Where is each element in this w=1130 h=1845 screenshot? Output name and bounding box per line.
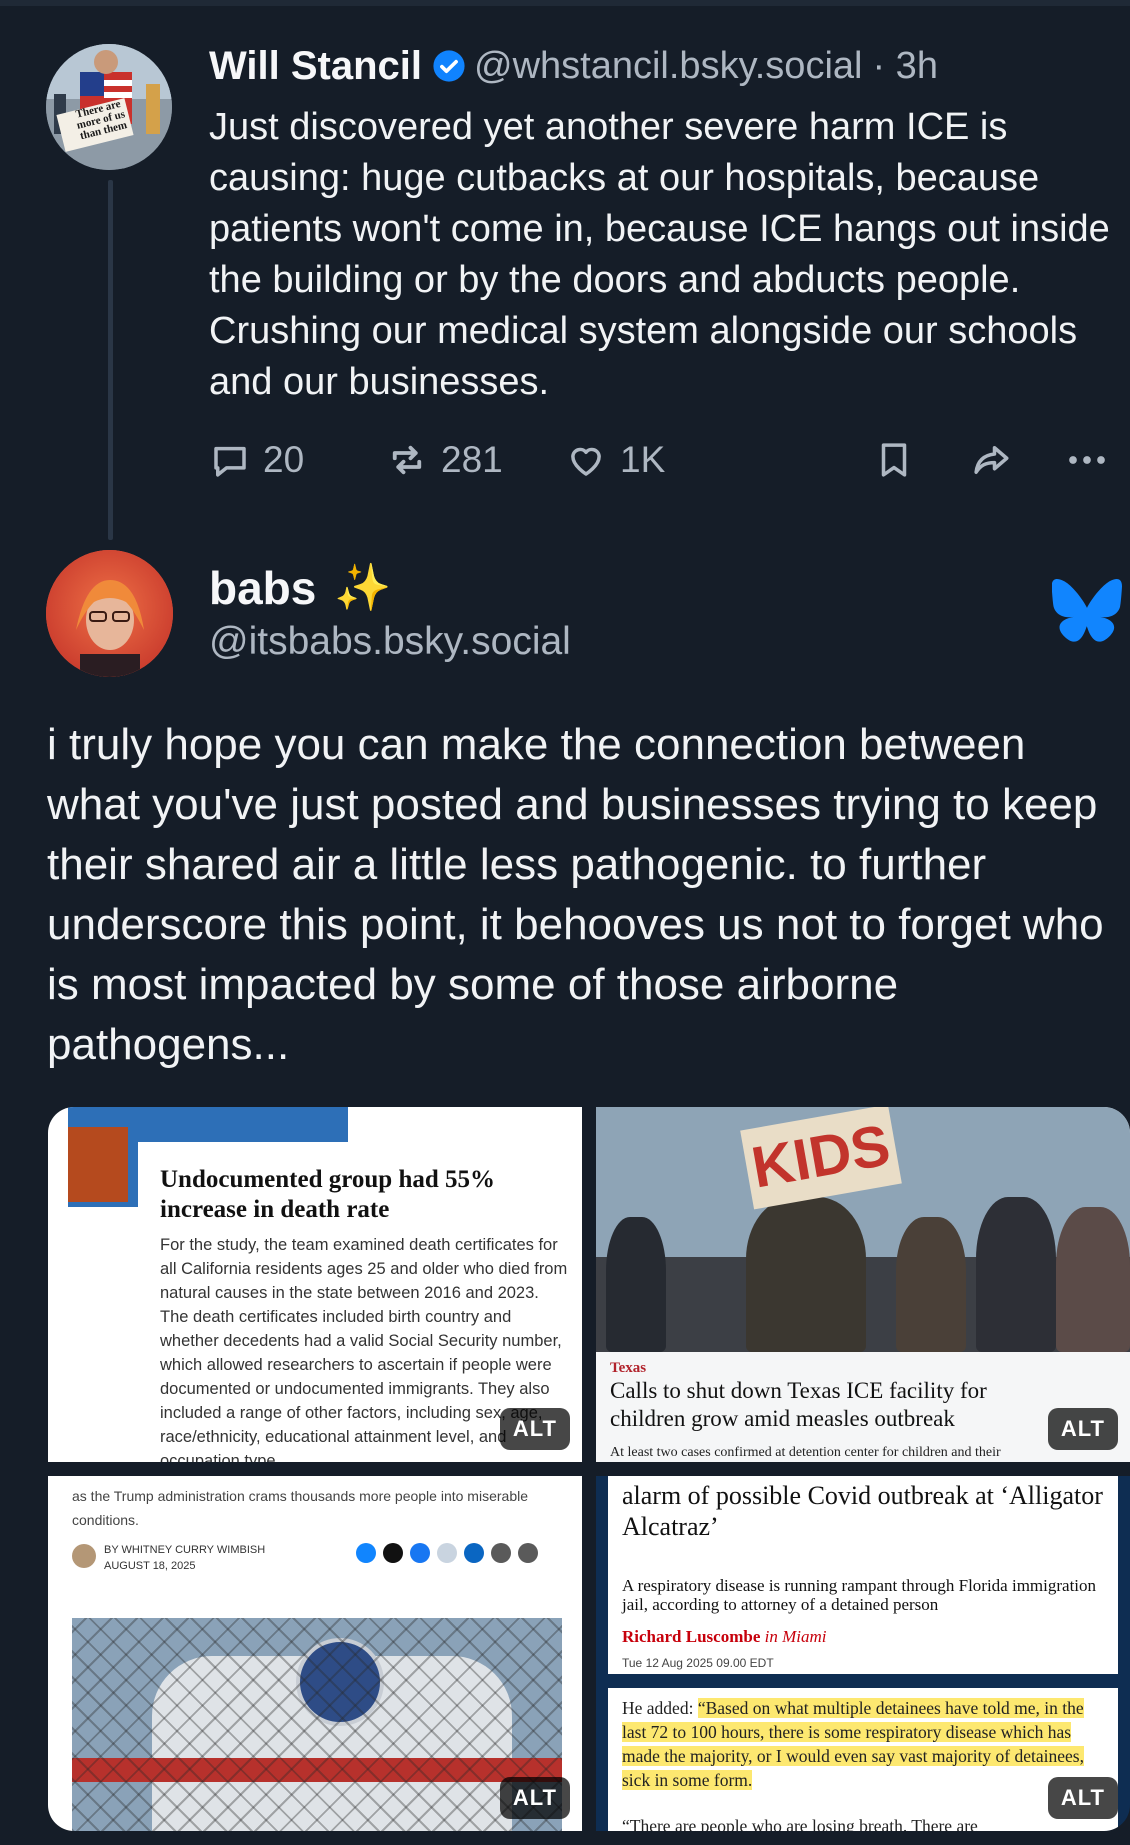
email-share-icon xyxy=(491,1543,511,1563)
article-byline: BY WHITNEY CURRY WIMBISH AUGUST 18, 2025 xyxy=(104,1542,265,1574)
share-icons-row xyxy=(356,1543,538,1563)
post1-text: Just discovered yet another severe harm … xyxy=(209,106,1110,403)
image-tile-3[interactable]: as the Trump administration crams thousa… xyxy=(48,1476,582,1831)
linkedin-share-icon xyxy=(464,1543,484,1563)
protest-sign-text: KIDS xyxy=(740,1107,902,1210)
will-stancil-avatar[interactable]: There are more of us than them xyxy=(46,44,172,170)
reply-count: 20 xyxy=(263,439,305,480)
article-headline: Calls to shut down Texas ICE facility fo… xyxy=(610,1378,987,1431)
article-byline: Richard Luscombe in Miami xyxy=(622,1627,826,1647)
byline-date: AUGUST 18, 2025 xyxy=(104,1560,196,1572)
reply-button[interactable]: 20 xyxy=(209,432,304,488)
bluesky-butterfly-icon xyxy=(1052,578,1122,642)
author-name[interactable]: Will Stancil xyxy=(209,44,422,89)
image-tile-1[interactable]: Undocumented group had 55% increase in d… xyxy=(48,1107,582,1462)
article-quote-continued: “There are people who are losing breath.… xyxy=(622,1816,978,1831)
bookmark-button[interactable] xyxy=(873,432,915,488)
bookmark-icon xyxy=(881,443,907,477)
post1-action-bar: 20 281 1K xyxy=(209,432,1119,488)
share-button[interactable] xyxy=(967,432,1015,488)
alt-text-badge[interactable]: ALT xyxy=(499,1408,570,1450)
top-divider xyxy=(0,0,1130,6)
bluesky-share-icon xyxy=(356,1543,376,1563)
detention-facility-photo xyxy=(72,1618,562,1831)
avatar-photo xyxy=(46,550,173,677)
like-count: 1K xyxy=(620,439,666,480)
quote-lead: He added: xyxy=(622,1698,698,1718)
reddit-share-icon xyxy=(437,1543,457,1563)
facebook-share-icon xyxy=(410,1543,430,1563)
article-date: Tue 12 Aug 2025 09.00 EDT xyxy=(622,1656,774,1670)
like-button[interactable]: 1K xyxy=(564,432,665,488)
byline-avatar xyxy=(72,1544,96,1568)
image-tile-2[interactable]: KIDS Texas Calls to shut down Texas ICE … xyxy=(596,1107,1130,1462)
alt-text-badge[interactable]: ALT xyxy=(1047,1408,1118,1450)
post2-text: i truly hope you can make the connection… xyxy=(47,720,1104,1069)
share-icon xyxy=(974,446,1009,474)
author-name: babs xyxy=(209,561,317,614)
x-share-icon xyxy=(383,1543,403,1563)
protest-photo: KIDS xyxy=(596,1107,1130,1352)
more-dots-icon xyxy=(1069,456,1105,464)
byline-place: in Miami xyxy=(764,1627,827,1646)
babs-avatar[interactable] xyxy=(46,550,173,677)
alt-text-badge[interactable]: ALT xyxy=(1047,1777,1118,1819)
repost-icon xyxy=(392,445,422,475)
verified-check-icon xyxy=(433,50,465,82)
post1-header: Will Stancil @whstancil.bsky.social · 3h xyxy=(209,40,938,92)
sparkles-emoji: ✨ xyxy=(334,561,392,613)
image-tile-4[interactable]: alarm of possible Covid outbreak at ‘All… xyxy=(596,1476,1130,1831)
article-section: Texas xyxy=(610,1360,647,1376)
thread-connector-line xyxy=(108,180,113,540)
byline-author: BY WHITNEY CURRY WIMBISH xyxy=(104,1544,266,1556)
repost-count: 281 xyxy=(441,439,503,480)
article-quote: He added: “Based on what multiple detain… xyxy=(622,1696,1112,1792)
byline-author: Richard Luscombe xyxy=(622,1627,761,1646)
article-headline: alarm of possible Covid outbreak at ‘All… xyxy=(622,1481,1103,1541)
article-subhead: A respiratory disease is running rampant… xyxy=(622,1576,1097,1614)
article-snippet: as the Trump administration crams thousa… xyxy=(72,1488,528,1528)
post-time[interactable]: · 3h xyxy=(872,45,937,88)
reply-icon xyxy=(214,446,246,477)
author-handle[interactable]: @itsbabs.bsky.social xyxy=(209,620,571,664)
heart-icon xyxy=(571,447,601,476)
more-options-button[interactable] xyxy=(1063,432,1111,488)
repost-button[interactable]: 281 xyxy=(385,432,503,488)
print-share-icon xyxy=(518,1543,538,1563)
article-headline: Undocumented group had 55% increase in d… xyxy=(160,1166,496,1223)
babs-display-name[interactable]: babs ✨ xyxy=(209,560,392,615)
author-handle[interactable]: @whstancil.bsky.social xyxy=(474,45,862,88)
alt-text-badge[interactable]: ALT xyxy=(499,1777,570,1819)
